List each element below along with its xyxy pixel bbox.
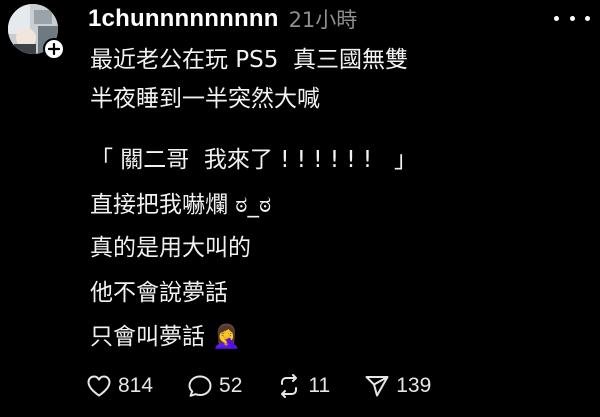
post-text-line-6: 他不會說夢話	[90, 280, 228, 306]
like-button[interactable]: 814	[86, 374, 153, 398]
post-text-line-1: 最近老公在玩 PS5 真三國無雙	[90, 47, 409, 73]
post-time: 21小時	[288, 8, 358, 32]
plus-icon	[48, 43, 60, 55]
like-count: 814	[118, 374, 154, 397]
repost-count: 11	[308, 374, 331, 397]
avatar-container[interactable]	[8, 4, 66, 62]
comment-bubble-icon	[188, 375, 212, 397]
username[interactable]: 1chunnnnnnnnn	[88, 5, 279, 33]
share-count: 139	[396, 374, 432, 397]
action-bar: 814 52 11 139	[86, 368, 431, 404]
post-text-line-3: 「 關二哥 我來了 ! ! ! ! ! ! 」	[90, 147, 418, 173]
repost-icon	[281, 374, 298, 398]
threads-post: 1chunnnnnnnnn 21小時 最近老公在玩 PS5 真三國無雙 半夜睡到…	[0, 0, 600, 417]
comment-count: 52	[219, 374, 243, 397]
post-text-line-4: 直接把我嚇爛 ಠ_ಠ	[90, 192, 272, 218]
post-text-line-7: 只會叫夢話 🤦‍♀️	[90, 324, 241, 350]
heart-icon	[87, 375, 111, 397]
share-button[interactable]: 139	[364, 374, 431, 398]
send-icon	[365, 376, 389, 397]
follow-button[interactable]	[43, 38, 65, 60]
comment-button[interactable]: 52	[187, 374, 242, 398]
repost-button[interactable]: 11	[276, 374, 330, 398]
post-header: 1chunnnnnnnnn 21小時	[88, 2, 357, 36]
post-text-line-2: 半夜睡到一半突然大喊	[90, 86, 320, 112]
more-dots-icon[interactable]	[554, 8, 590, 28]
post-text-line-5: 真的是用大叫的	[90, 235, 251, 261]
